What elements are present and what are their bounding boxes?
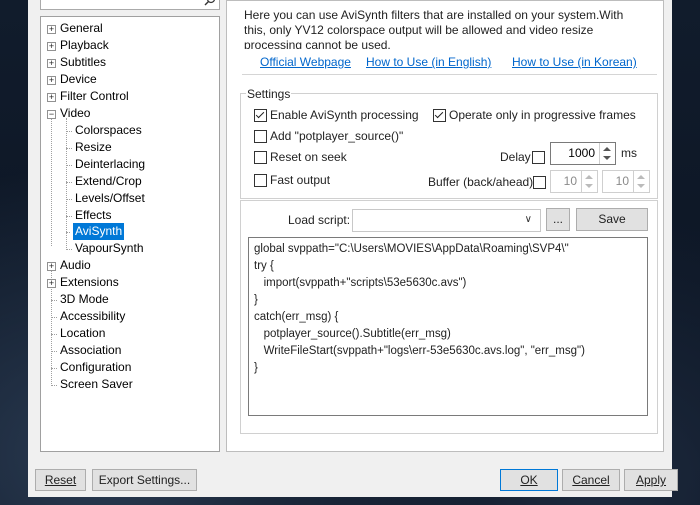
tree-item-association[interactable]: Association	[60, 342, 121, 359]
script-line: try {	[254, 260, 274, 272]
stepper-down-icon[interactable]	[585, 184, 593, 188]
delay-unit: ms	[621, 146, 637, 160]
buffer-ahead-arrows[interactable]	[633, 171, 649, 192]
stepper-down-icon[interactable]	[637, 184, 645, 188]
tree-item-avisynth[interactable]: AviSynth	[73, 223, 125, 240]
info-text: Here you can use AviSynth filters that a…	[244, 8, 624, 49]
tree-item-deinterlacing[interactable]: Deinterlacing	[75, 156, 145, 173]
delay-checkbox[interactable]	[532, 151, 545, 164]
reset-on-seek-label: Reset on seek	[270, 150, 347, 164]
reset-button-label: Reset	[44, 473, 77, 487]
script-line: WriteFileStart(svppath+"logs\err-53e5630…	[254, 345, 585, 357]
tree-item-extensions[interactable]: Extensions	[60, 274, 119, 291]
progressive-only-checkbox[interactable]	[433, 109, 446, 122]
tree-item-device[interactable]: Device	[60, 71, 97, 88]
tree-connector	[51, 368, 57, 369]
stepper-down-icon[interactable]	[603, 156, 611, 160]
enable-avisynth-checkbox[interactable]	[254, 109, 267, 122]
collapse-minus-icon[interactable]: −	[47, 110, 56, 119]
tree-item-extend-crop[interactable]: Extend/Crop	[75, 173, 142, 190]
progressive-only-label: Operate only in progressive frames	[449, 108, 636, 122]
expand-plus-icon[interactable]: +	[47, 279, 56, 288]
fast-output-checkbox[interactable]	[254, 174, 267, 187]
tree-connector	[51, 118, 52, 246]
load-script-label: Load script:	[288, 213, 351, 227]
browse-button[interactable]: ...	[546, 208, 570, 231]
stepper-up-icon[interactable]	[637, 175, 645, 179]
tree-connector	[51, 334, 57, 335]
ok-button[interactable]: OK	[500, 469, 558, 491]
tree-item-screen-saver[interactable]: Screen Saver	[60, 376, 133, 393]
stepper-up-icon[interactable]	[603, 147, 611, 151]
ok-button-label: OK	[520, 473, 538, 487]
delay-value: 1000	[568, 146, 595, 160]
script-line: import(svppath+"scripts\53e5630c.avs")	[254, 277, 467, 289]
tree-item-levels-offset[interactable]: Levels/Offset	[75, 190, 145, 207]
tree-item-accessibility[interactable]: Accessibility	[60, 308, 125, 325]
cancel-button-label: Cancel	[572, 473, 610, 487]
buffer-checkbox[interactable]	[533, 176, 546, 189]
divider	[242, 74, 657, 75]
stepper-up-icon[interactable]	[585, 175, 593, 179]
buffer-label: Buffer (back/ahead)	[428, 175, 534, 189]
tree-item-3d-mode[interactable]: 3D Mode	[60, 291, 109, 308]
tree-item-video[interactable]: Video	[60, 105, 90, 122]
tree-item-resize[interactable]: Resize	[75, 139, 112, 156]
tree-connector	[51, 300, 57, 301]
tree-connector	[51, 351, 57, 352]
official-webpage-link[interactable]: Official Webpage	[260, 55, 351, 69]
apply-button-label: Apply	[635, 473, 667, 487]
tree-item-colorspaces[interactable]: Colorspaces	[75, 122, 142, 139]
add-source-label: Add "potplayer_source()"	[270, 129, 404, 143]
enable-avisynth-label: Enable AviSynth processing	[270, 108, 419, 122]
settings-group-title: Settings	[246, 87, 292, 101]
expand-plus-icon[interactable]: +	[47, 42, 56, 51]
buffer-back-stepper[interactable]: 10	[550, 170, 598, 193]
apply-button[interactable]: Apply	[624, 469, 678, 491]
tree-item-location[interactable]: Location	[60, 325, 105, 342]
tree-item-audio[interactable]: Audio	[60, 257, 91, 274]
how-to-use-english-link[interactable]: How to Use (in English)	[366, 55, 491, 69]
delay-stepper-arrows[interactable]	[599, 143, 615, 164]
tree-connector	[51, 385, 57, 386]
tree-item-configuration[interactable]: Configuration	[60, 359, 131, 376]
add-source-checkbox[interactable]	[254, 130, 267, 143]
tree-item-filter-control[interactable]: Filter Control	[60, 88, 129, 105]
save-script-button[interactable]: Save	[576, 208, 648, 231]
script-line: catch(err_msg) {	[254, 311, 339, 323]
script-combo[interactable]: ∨	[352, 209, 541, 232]
tree-connector	[66, 118, 67, 250]
reset-on-seek-checkbox[interactable]	[254, 151, 267, 164]
tree-item-subtitles[interactable]: Subtitles	[60, 54, 106, 71]
script-editor[interactable]: global svppath="C:\Users\MOVIES\AppData\…	[248, 237, 648, 416]
expand-plus-icon[interactable]: +	[47, 93, 56, 102]
tree-item-effects[interactable]: Effects	[75, 207, 111, 224]
tree-item-playback[interactable]: Playback	[60, 37, 109, 54]
search-input[interactable]	[40, 0, 220, 10]
script-line: global svppath="C:\Users\MOVIES\AppData\…	[254, 243, 569, 255]
search-icon[interactable]	[204, 0, 216, 6]
expand-plus-icon[interactable]: +	[47, 76, 56, 85]
delay-label: Delay	[500, 150, 531, 164]
script-line: }	[254, 362, 258, 374]
tree-item-general[interactable]: General	[60, 20, 103, 37]
how-to-use-korean-link[interactable]: How to Use (in Korean)	[512, 55, 637, 69]
buffer-back-value: 10	[563, 174, 577, 188]
fast-output-label: Fast output	[270, 173, 331, 187]
tree-connector	[51, 317, 57, 318]
expand-plus-icon[interactable]: +	[47, 59, 56, 68]
reset-button[interactable]: Reset	[35, 469, 86, 491]
script-line: potplayer_source().Subtitle(err_msg)	[254, 328, 451, 340]
buffer-ahead-value: 10	[615, 174, 629, 188]
script-line: }	[254, 294, 258, 306]
export-settings-button[interactable]: Export Settings...	[92, 469, 197, 491]
expand-plus-icon[interactable]: +	[47, 25, 56, 34]
cancel-button[interactable]: Cancel	[562, 469, 620, 491]
expand-plus-icon[interactable]: +	[47, 262, 56, 271]
chevron-down-icon[interactable]: ∨	[525, 214, 532, 225]
delay-stepper[interactable]: 1000	[550, 142, 616, 165]
buffer-back-arrows[interactable]	[581, 171, 597, 192]
tree-item-vapoursynth[interactable]: VapourSynth	[75, 240, 144, 257]
buffer-ahead-stepper[interactable]: 10	[602, 170, 650, 193]
